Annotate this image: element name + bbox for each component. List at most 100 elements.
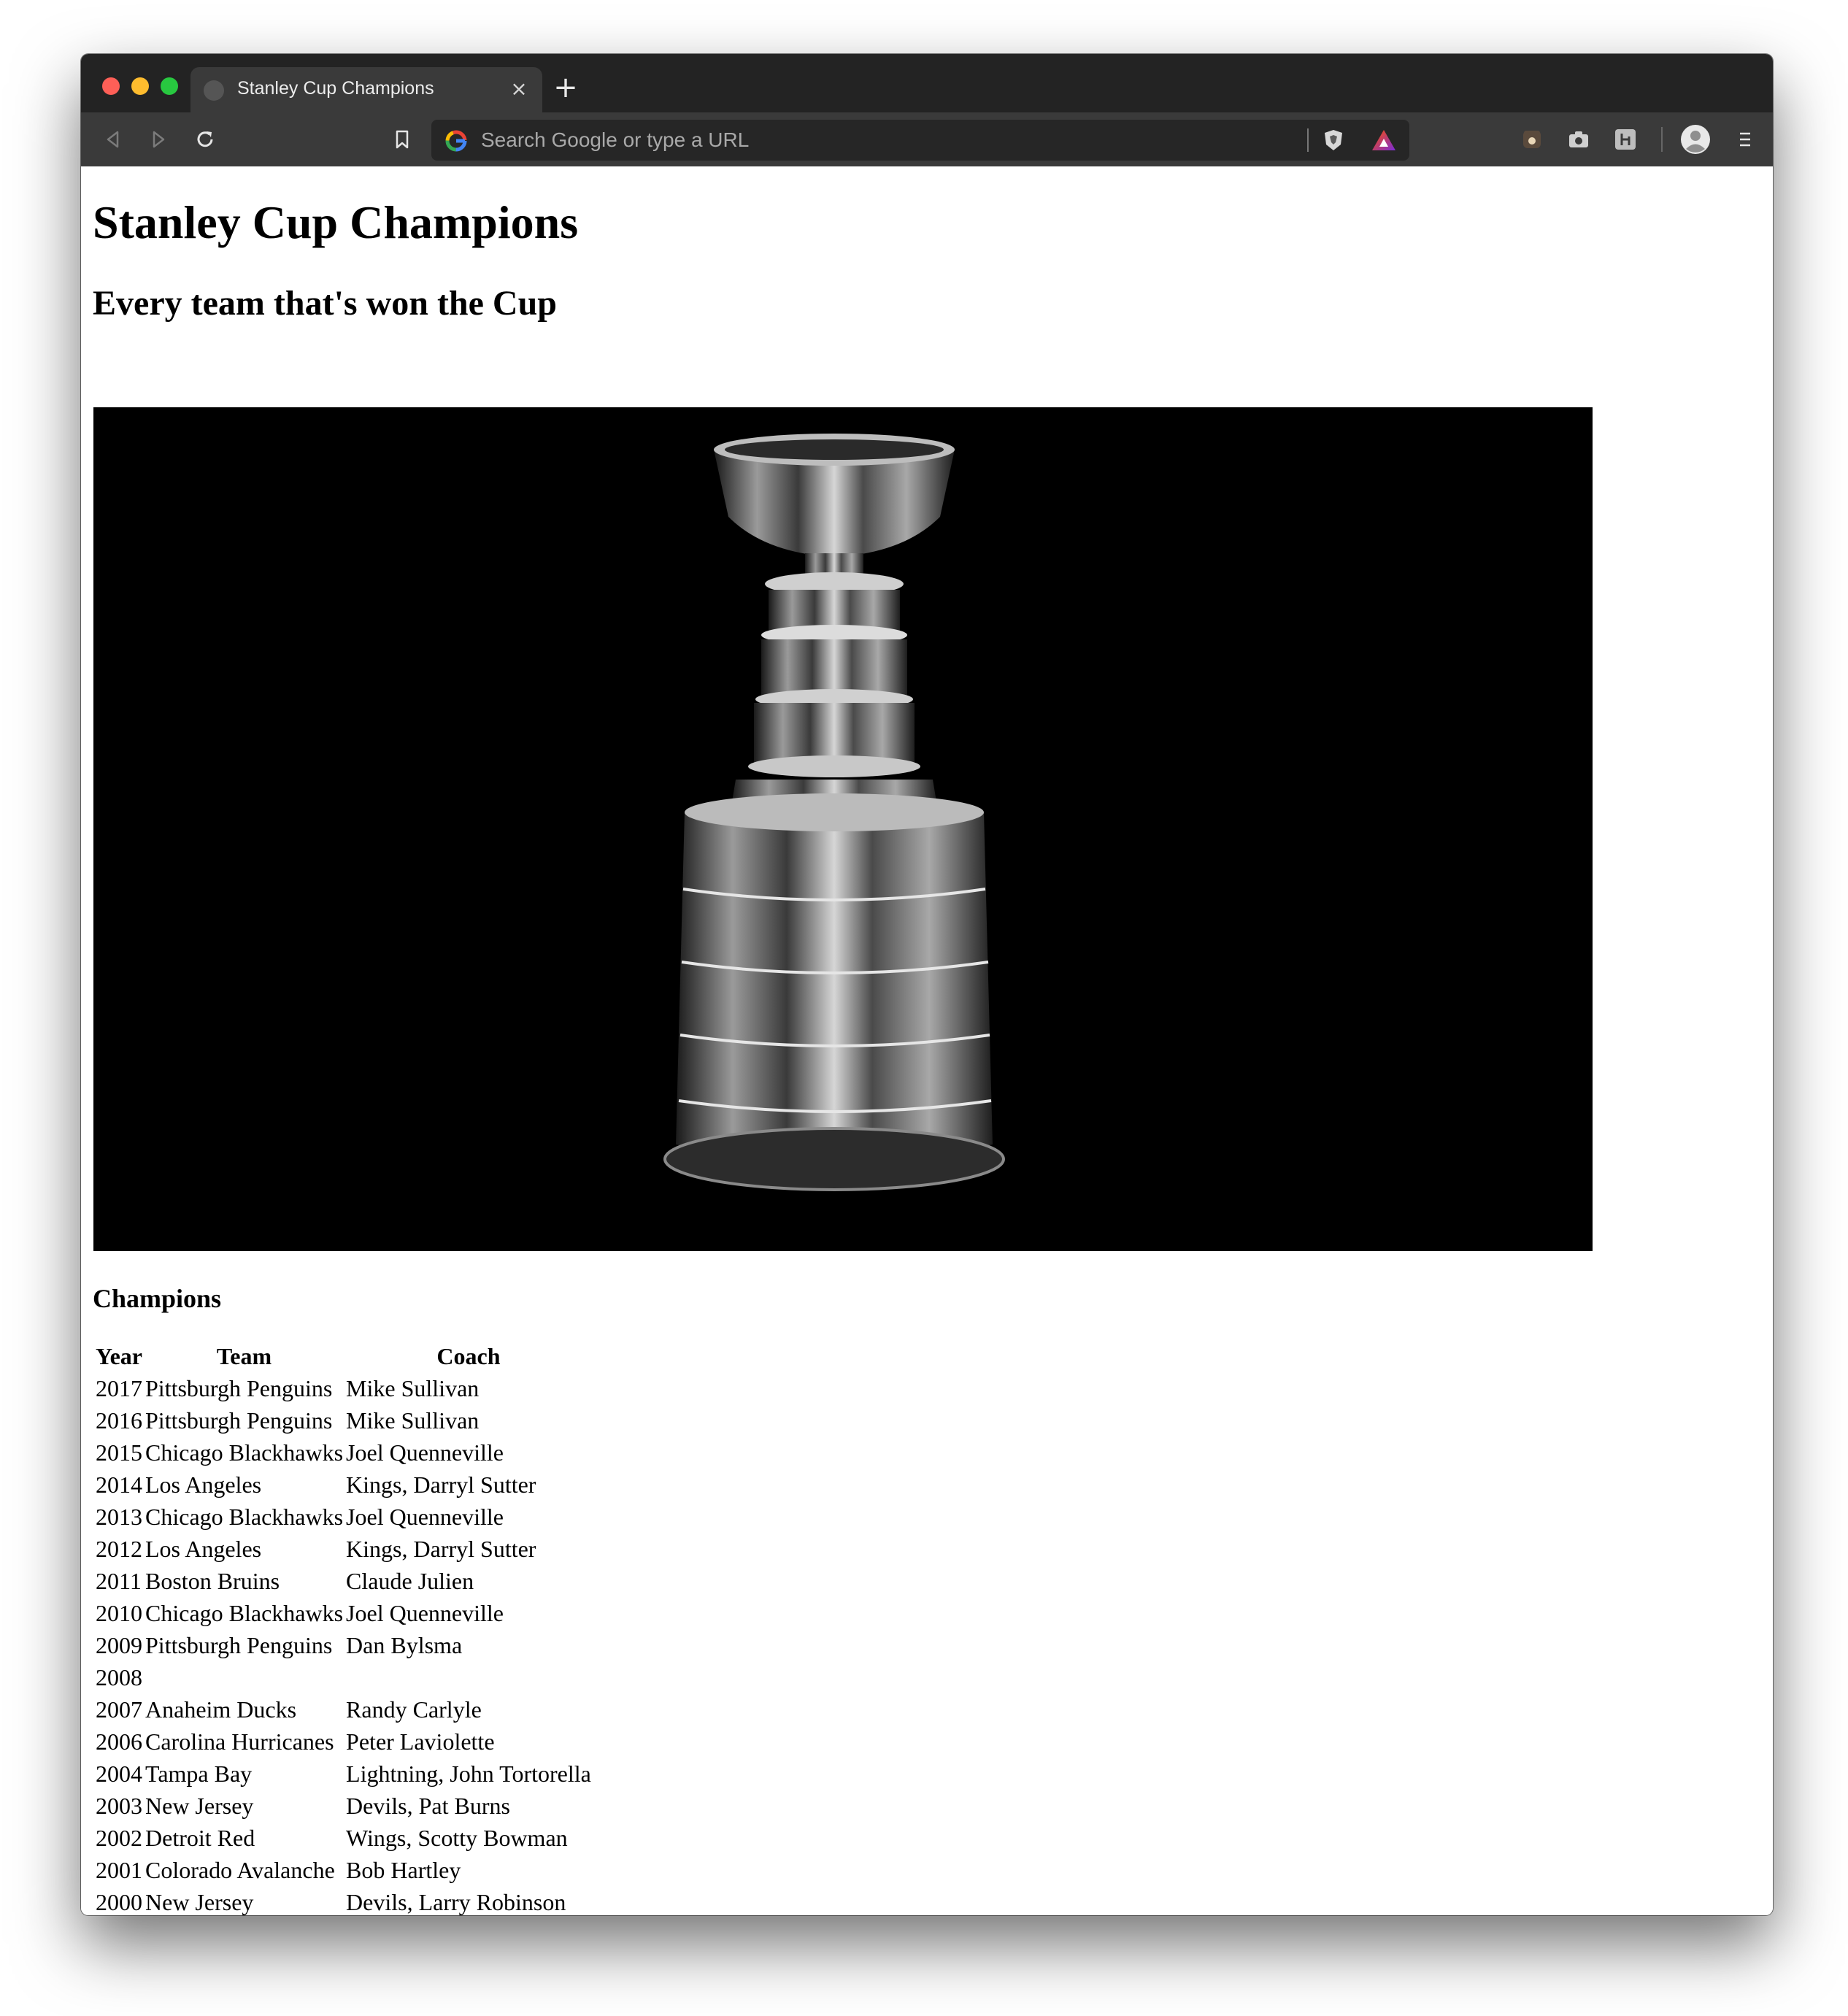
cell-coach: Joel Quenneville xyxy=(346,1439,504,1466)
bear-icon xyxy=(1523,131,1541,148)
cell-year: 2008 xyxy=(96,1663,142,1690)
table-row: 2007 Anaheim Ducks Randy Carlyle xyxy=(96,1693,591,1725)
globe-icon xyxy=(204,80,224,101)
bookmark-icon xyxy=(396,130,409,149)
cell-team: New Jersey xyxy=(145,1888,254,1915)
cell-coach: Mike Sullivan xyxy=(346,1407,480,1434)
profile-button[interactable] xyxy=(1679,123,1712,155)
cell-coach: Randy Carlyle xyxy=(346,1696,482,1723)
cell-year: 2015 xyxy=(96,1439,142,1466)
header-coach: Coach xyxy=(436,1342,501,1369)
extension-bear-button[interactable] xyxy=(1517,125,1547,154)
toolbar: Search Google or type a URL xyxy=(81,112,1773,166)
table-row: 2017 Pittsburgh Penguins Mike Sullivan xyxy=(96,1372,591,1404)
cell-coach: Peter Laviolette xyxy=(346,1728,495,1755)
table-row: 2010 Chicago Blackhawks Joel Quenneville xyxy=(96,1597,591,1629)
cell-team: Pittsburgh Penguins xyxy=(145,1631,333,1658)
table-row: 2001 Colorado Avalanche Bob Hartley xyxy=(96,1854,591,1886)
table-row: 2013 Chicago Blackhawks Joel Quenneville xyxy=(96,1501,591,1533)
brave-shield-icon[interactable] xyxy=(1320,127,1347,153)
cell-team xyxy=(145,1661,343,1693)
menu-button[interactable] xyxy=(1730,125,1760,154)
page-content: Stanley Cup Champions Every team that's … xyxy=(81,166,1773,1915)
cell-coach: Mike Sullivan xyxy=(346,1374,480,1401)
cell-coach: Bob Hartley xyxy=(346,1856,461,1883)
cell-coach: Joel Quenneville xyxy=(346,1599,504,1626)
page-title: Stanley Cup Champions xyxy=(93,196,579,248)
header-year: Year xyxy=(96,1342,142,1369)
cell-team: Chicago Blackhawks xyxy=(145,1599,344,1626)
table-row: 2008 xyxy=(96,1661,591,1693)
table-header-row: Year Team Coach xyxy=(96,1340,591,1372)
stanley-cup-photo xyxy=(93,407,1593,1251)
cell-team: Colorado Avalanche xyxy=(145,1856,335,1883)
header-team: Team xyxy=(216,1342,272,1369)
champions-table: Year Team Coach 2017 Pittsburgh Penguins M… xyxy=(93,1340,594,1915)
table-row: 2009 Pittsburgh Penguins Dan Bylsma xyxy=(96,1629,591,1661)
extension-camera-button[interactable] xyxy=(1564,125,1593,154)
close-tab-icon[interactable]: × xyxy=(506,76,532,102)
extension-h-button[interactable] xyxy=(1611,125,1640,154)
bookmark-button[interactable] xyxy=(388,125,417,154)
avatar-icon xyxy=(1681,125,1710,154)
table-row: 2016 Pittsburgh Penguins Mike Sullivan xyxy=(96,1404,591,1436)
cell-year: 2007 xyxy=(96,1696,142,1723)
cell-team: Chicago Blackhawks xyxy=(145,1503,344,1530)
cell-year: 2002 xyxy=(96,1824,142,1851)
new-tab-icon[interactable]: + xyxy=(550,72,582,104)
cell-coach: Joel Quenneville xyxy=(346,1503,504,1530)
table-row: 2000 New Jersey Devils, Larry Robinson xyxy=(96,1886,591,1915)
cell-year: 2016 xyxy=(96,1407,142,1434)
cell-team: Anaheim Ducks xyxy=(145,1696,297,1723)
cell-team: Pittsburgh Penguins xyxy=(145,1407,333,1434)
cell-coach: Kings, Darryl Sutter xyxy=(346,1471,536,1498)
cell-year: 2003 xyxy=(96,1792,142,1819)
back-button[interactable] xyxy=(99,125,128,154)
cell-coach xyxy=(346,1661,591,1693)
brave-rewards-icon[interactable] xyxy=(1370,127,1398,153)
cell-year: 2006 xyxy=(96,1728,142,1755)
camera-icon xyxy=(1569,131,1588,147)
toolbar-divider xyxy=(1661,127,1663,152)
cell-year: 2004 xyxy=(96,1760,142,1787)
cell-year: 2013 xyxy=(96,1503,142,1530)
address-bar[interactable]: Search Google or type a URL xyxy=(431,120,1409,161)
tab-strip: Stanley Cup Champions × + xyxy=(81,54,1773,112)
cell-coach: Claude Julien xyxy=(346,1567,474,1594)
cell-coach: Devils, Larry Robinson xyxy=(346,1888,566,1915)
champions-table-body: 2017 Pittsburgh Penguins Mike Sullivan 2016… xyxy=(96,1372,591,1915)
forward-arrow-icon xyxy=(153,131,165,148)
cell-team: New Jersey xyxy=(145,1792,254,1819)
cell-team: Los Angeles xyxy=(145,1471,262,1498)
table-row: 2006 Carolina Hurricanes Peter Laviolette xyxy=(96,1725,591,1758)
cell-year: 2017 xyxy=(96,1374,142,1401)
table-row: 2014 Los Angeles Kings, Darryl Sutter xyxy=(96,1469,591,1501)
cell-coach: Kings, Darryl Sutter xyxy=(346,1535,536,1562)
browser-window: Stanley Cup Champions × + Search Google xyxy=(81,54,1773,1915)
minimize-window-button[interactable] xyxy=(131,77,149,95)
cell-team: Chicago Blackhawks xyxy=(145,1439,344,1466)
cell-year: 2009 xyxy=(96,1631,142,1658)
table-row: 2003 New Jersey Devils, Pat Burns xyxy=(96,1790,591,1822)
cell-team: Carolina Hurricanes xyxy=(145,1728,334,1755)
cell-coach: Dan Bylsma xyxy=(346,1631,463,1658)
table-row: 2015 Chicago Blackhawks Joel Quenneville xyxy=(96,1436,591,1469)
cell-team: Los Angeles xyxy=(145,1535,262,1562)
cell-coach: Lightning, John Tortorella xyxy=(346,1760,591,1787)
stanley-cup-image xyxy=(93,407,1593,1251)
cell-team: Boston Bruins xyxy=(145,1567,280,1594)
back-arrow-icon xyxy=(107,131,119,148)
cell-coach: Wings, Scotty Bowman xyxy=(346,1824,568,1851)
tab-title: Stanley Cup Champions xyxy=(237,78,434,99)
forward-button[interactable] xyxy=(144,125,173,154)
close-window-button[interactable] xyxy=(102,77,120,95)
cell-year: 2012 xyxy=(96,1535,142,1562)
table-row: 2002 Detroit Red Wings, Scotty Bowman xyxy=(96,1822,591,1854)
reload-icon xyxy=(197,131,213,147)
tab-stanley-cup-champions[interactable]: Stanley Cup Champions × xyxy=(190,67,542,112)
google-icon xyxy=(445,130,467,152)
section-title-champions: Champions xyxy=(93,1284,222,1313)
cell-team: Tampa Bay xyxy=(145,1760,253,1787)
zoom-window-button[interactable] xyxy=(161,77,178,95)
reload-button[interactable] xyxy=(190,125,220,154)
